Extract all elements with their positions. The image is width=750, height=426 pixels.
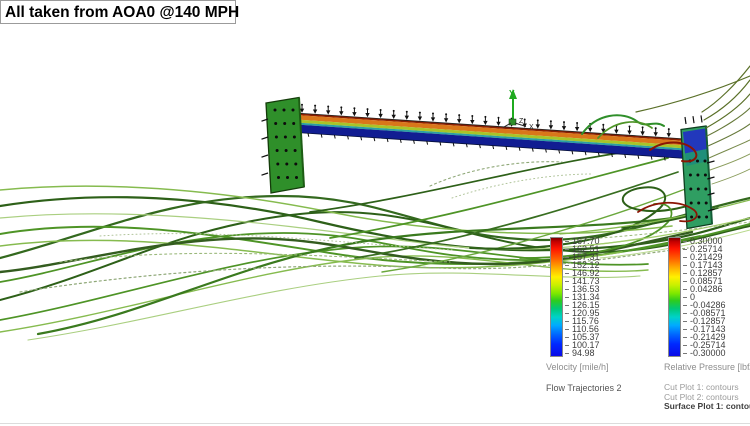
plot-captions: Cut Plot 1: contours Cut Plot 2: contour… — [664, 383, 750, 412]
annotation-note[interactable]: All taken from AOA0 @140 MPH — [0, 0, 236, 24]
wing[interactable] — [296, 113, 686, 159]
left-endplate[interactable] — [266, 98, 304, 194]
legend-tick: -0.30000 — [683, 349, 726, 357]
window-bottom-edge — [0, 423, 750, 425]
velocity-color-bar[interactable] — [550, 237, 563, 357]
pressure-legend: 0.300000.257140.214290.171430.128570.085… — [664, 237, 750, 412]
flow-trajectories-caption[interactable]: Flow Trajectories 2 — [546, 383, 656, 393]
axis-triad: Y Z X — [503, 88, 534, 131]
pressure-unit-label: Relative Pressure [lbf/in^2] — [664, 362, 750, 372]
surface-plot-1-caption[interactable]: Surface Plot 1: contours — [664, 402, 750, 412]
velocity-unit-label: Velocity [mile/h] — [546, 362, 656, 372]
legend-tick: 94.98 — [565, 349, 600, 357]
y-axis-label: Y — [509, 88, 515, 98]
flow-simulation-viewport[interactable]: Y Z X All taken from — [0, 0, 750, 426]
annotation-text: All taken from AOA0 @140 MPH — [5, 4, 239, 21]
velocity-legend-ticks: 167.70162.51157.31152.12146.92141.73136.… — [565, 237, 600, 357]
pressure-legend-ticks: 0.300000.257140.214290.171430.128570.085… — [683, 237, 726, 357]
velocity-legend: 167.70162.51157.31152.12146.92141.73136.… — [546, 237, 656, 393]
z-axis-label: Z — [519, 118, 524, 125]
x-axis-label: X — [529, 124, 534, 131]
pressure-color-bar[interactable] — [668, 237, 681, 357]
